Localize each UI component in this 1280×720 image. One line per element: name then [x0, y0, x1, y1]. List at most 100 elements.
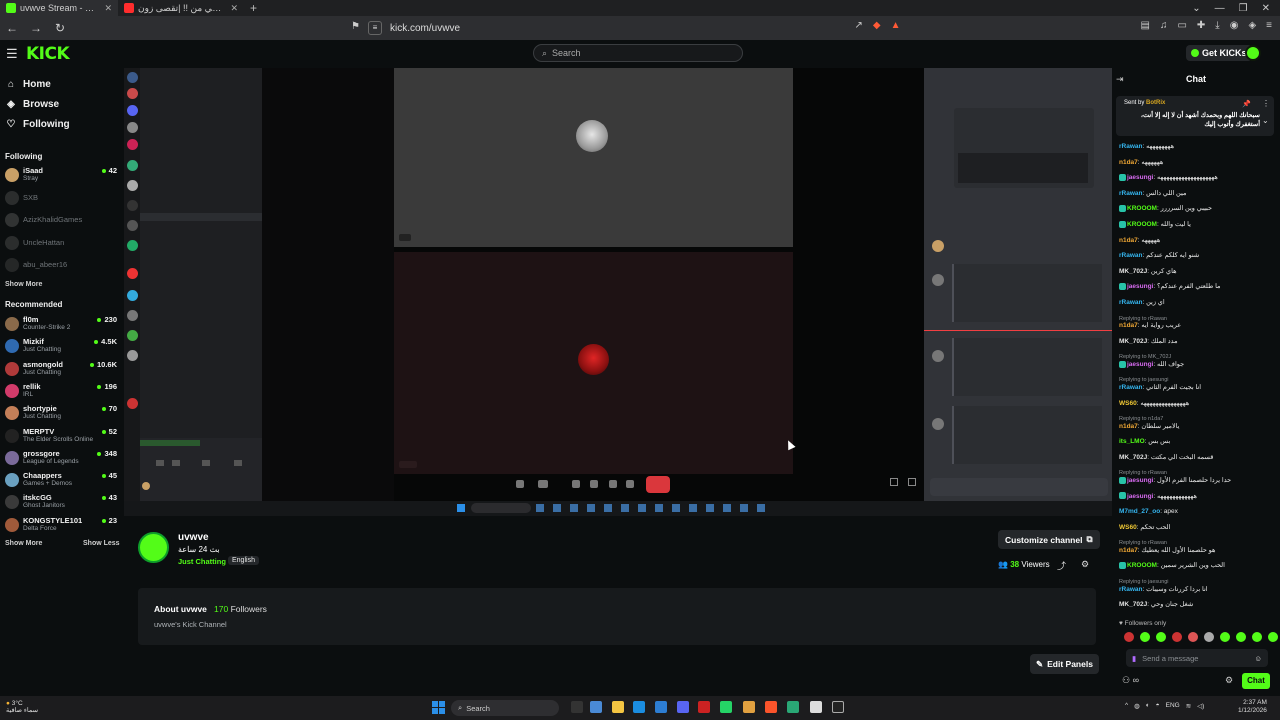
- downloads-icon[interactable]: ⤓: [1215, 20, 1219, 31]
- extensions-icon[interactable]: ✚: [1197, 20, 1205, 31]
- server-avatar[interactable]: [127, 268, 138, 279]
- weather-widget[interactable]: ● 3°C سماء صافية: [6, 700, 38, 714]
- chat-message[interactable]: its_LMO: بس بس: [1119, 437, 1275, 447]
- chat-message[interactable]: KROOOM: يا ليت والله: [1119, 220, 1275, 230]
- sidebar-channel-merptv[interactable]: MERPTV The Elder Scrolls Online 52: [5, 427, 117, 447]
- sidebar-toggle-icon[interactable]: ▤: [1141, 20, 1150, 31]
- chat-username[interactable]: rRawan: [1119, 384, 1142, 391]
- chat-username[interactable]: WS60: [1119, 524, 1137, 531]
- emote-icon[interactable]: [1188, 632, 1198, 642]
- whatsapp-icon[interactable]: [720, 701, 732, 713]
- chat-username[interactable]: KROOOM: [1127, 205, 1157, 212]
- emote-icon[interactable]: [1252, 632, 1262, 642]
- get-kicks-button[interactable]: Get KICKs: [1186, 45, 1252, 61]
- chat-message[interactable]: n1da7: يالامير سلطان: [1119, 422, 1275, 432]
- share-icon[interactable]: ⤴: [1057, 559, 1066, 572]
- chat-message[interactable]: n1da7: عريب رواية ايه: [1119, 321, 1275, 331]
- mic-icon[interactable]: [516, 480, 524, 488]
- chat-message[interactable]: WS60: هههههههههههههههه: [1119, 399, 1275, 409]
- sidebar-channel-shortypie[interactable]: shortypie Just Chatting 70: [5, 404, 117, 424]
- chat-message[interactable]: jaesungi: حدا يردا حلصمنا الفرم الأول: [1119, 476, 1275, 486]
- sidebar-channel-rellik[interactable]: rellik IRL 196: [5, 382, 117, 402]
- chat-username[interactable]: jaesungi: [1127, 477, 1153, 484]
- nav-home[interactable]: ⌂ Home: [6, 79, 51, 90]
- discord-icon[interactable]: [677, 701, 689, 713]
- sidebar-channel-grossgore[interactable]: grossgore League of Legends 348: [5, 449, 117, 469]
- chat-username[interactable]: rRawan: [1119, 586, 1142, 593]
- sidebar-channel-kongstyle101[interactable]: KONGSTYLE101 Delta Force 23: [5, 516, 117, 536]
- user-settings-icon[interactable]: ⚙: [1081, 559, 1089, 570]
- server-avatar[interactable]: [127, 398, 138, 409]
- chat-username[interactable]: MK_702J: [1119, 454, 1147, 461]
- url-field[interactable]: ≡ kick.com/uvwve: [368, 19, 928, 37]
- nav-browse[interactable]: ◈ Browse: [6, 99, 59, 110]
- chat-username[interactable]: n1da7: [1119, 423, 1138, 430]
- search-input[interactable]: ⌕ Search: [533, 44, 743, 62]
- chat-username[interactable]: M7md_27_oo: [1119, 508, 1160, 515]
- emote-icon[interactable]: [1124, 632, 1134, 642]
- chat-message[interactable]: KROOOM: الحب وين الشرير سمين: [1119, 561, 1275, 571]
- video-tile-bottom[interactable]: [394, 252, 793, 474]
- close-tab-icon[interactable]: ✕: [104, 3, 112, 14]
- show-more-recommended[interactable]: Show More: [5, 540, 42, 547]
- chat-message[interactable]: jaesungi: ههههههههههههه: [1119, 492, 1275, 502]
- maximize-icon[interactable]: ❐: [1239, 3, 1248, 14]
- brave-icon[interactable]: [765, 701, 777, 713]
- chat-username[interactable]: rRawan: [1119, 190, 1142, 197]
- camera-icon[interactable]: [156, 460, 164, 466]
- taskbar-search[interactable]: ⌕ Search: [451, 700, 559, 716]
- brave-shield-icon[interactable]: ◆: [873, 20, 881, 31]
- vpn-icon[interactable]: ◈: [1248, 20, 1256, 31]
- activities-icon[interactable]: [202, 460, 210, 466]
- chat-username[interactable]: WS60: [1119, 400, 1137, 407]
- chat-username[interactable]: n1da7: [1119, 159, 1138, 166]
- volume-icon[interactable]: ◁): [1197, 702, 1204, 710]
- emote-icon[interactable]: [1220, 632, 1230, 642]
- app-icon[interactable]: [590, 701, 602, 713]
- tray-app-icon[interactable]: ◐: [1146, 702, 1150, 710]
- chat-badge-icon[interactable]: ▮: [1132, 654, 1136, 663]
- chat-message[interactable]: MK_702J: مدد الملك: [1119, 337, 1275, 347]
- back-icon[interactable]: ←: [6, 21, 18, 35]
- chat-username[interactable]: MK_702J: [1119, 268, 1147, 275]
- site-settings-icon[interactable]: ≡: [368, 21, 382, 35]
- server-avatar[interactable]: [127, 310, 138, 321]
- chat-username[interactable]: n1da7: [1119, 547, 1138, 554]
- emote-icon[interactable]: [1172, 632, 1182, 642]
- chat-message[interactable]: WS60: الحب تحكم: [1119, 523, 1275, 533]
- chat-username[interactable]: KROOOM: [1127, 562, 1157, 569]
- nav-following[interactable]: ♡ Following: [6, 119, 70, 130]
- chat-username[interactable]: rRawan: [1119, 143, 1142, 150]
- screen-share-icon[interactable]: [172, 460, 180, 466]
- chat-username[interactable]: MK_702J: [1119, 338, 1147, 345]
- sidebar-channel-abu_abeer16[interactable]: abu_abeer16: [5, 256, 117, 276]
- notepad-icon[interactable]: [810, 701, 822, 713]
- chat-username[interactable]: n1da7: [1119, 237, 1138, 244]
- chat-message[interactable]: jaesungi: ما طلعتي الفرم عندكم؟: [1119, 282, 1275, 292]
- chat-message[interactable]: rRawan: انا بردا كررنات وسيبات: [1119, 585, 1275, 595]
- settings-icon[interactable]: ⚙: [1225, 675, 1233, 686]
- mail-icon[interactable]: [655, 701, 667, 713]
- show-less-button[interactable]: Show Less: [83, 540, 120, 547]
- server-avatar[interactable]: [127, 220, 138, 231]
- windows-start-icon[interactable]: [432, 701, 445, 714]
- chat-message[interactable]: rRawan: اي زين: [1119, 298, 1275, 308]
- emote-icon[interactable]: [1204, 632, 1214, 642]
- activities-button-icon[interactable]: [590, 480, 598, 488]
- tray-app-icon[interactable]: ◍: [1134, 702, 1140, 710]
- minimize-icon[interactable]: —: [1215, 3, 1225, 14]
- app-icon[interactable]: [698, 701, 710, 713]
- taskbar-clock[interactable]: 2:37 AM 1/12/2026: [1238, 699, 1267, 715]
- server-avatar[interactable]: [127, 290, 138, 301]
- server-avatar[interactable]: [127, 139, 138, 150]
- screen-share-button-icon[interactable]: [572, 480, 580, 488]
- chat-message[interactable]: rRawan: ههههههههه: [1119, 142, 1275, 152]
- server-avatar[interactable]: [127, 72, 138, 83]
- sidebar-channel-chaappers[interactable]: Chaappers Games + Demos 45: [5, 471, 117, 491]
- user-avatar[interactable]: [142, 482, 150, 490]
- user-avatar[interactable]: [1245, 45, 1261, 61]
- hang-up-icon[interactable]: [646, 476, 670, 493]
- server-avatar[interactable]: [127, 350, 138, 361]
- camera-toggle-icon[interactable]: [538, 480, 548, 488]
- tray-app-icon[interactable]: ◓: [1156, 702, 1160, 710]
